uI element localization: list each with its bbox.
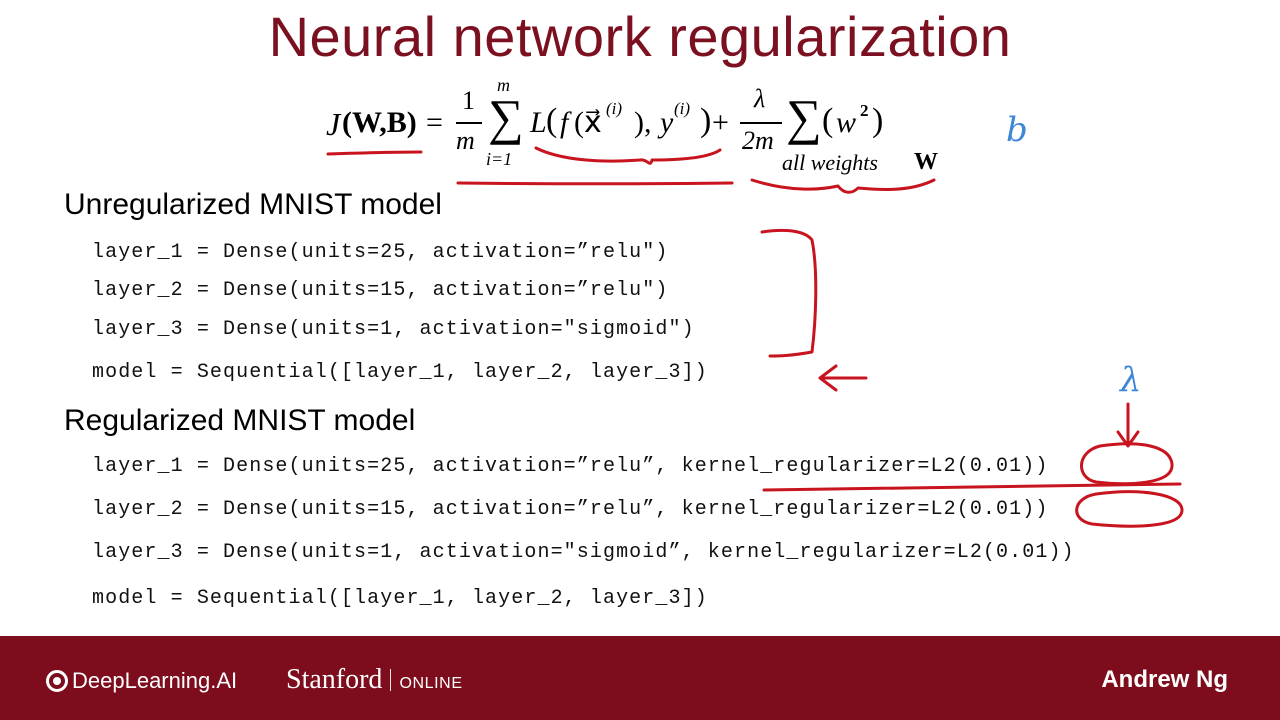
formula-frac2-num: λ (754, 84, 766, 113)
arrow-lambda-to-value (1116, 402, 1140, 448)
formula-sum2-bottom-text: all weights (782, 150, 878, 175)
unreg-code-line-2: layer_2 = Dense(units=15, activation=”re… (92, 279, 669, 302)
unreg-code-line-4: model = Sequential([layer_1, layer_2, la… (92, 361, 708, 384)
footer-bar: DeepLearning.AI Stanford ONLINE Andrew N… (0, 636, 1280, 720)
underline-kernel-regularizer (762, 482, 1182, 492)
unreg-code-line-3: layer_3 = Dense(units=1, activation="sig… (92, 318, 695, 341)
deeplearning-logo: DeepLearning.AI (46, 668, 237, 694)
unregularized-heading: Unregularized MNIST model (64, 188, 442, 221)
formula-y: y (660, 106, 674, 139)
cost-function-formula: J (W,B) = 1 m m ∑ i=1 L ( f (x⃗ (i) ), y… (320, 76, 940, 188)
formula-sup-i1: (i) (606, 99, 623, 118)
arrow-to-model-line (818, 364, 868, 392)
reg-code-line-1: layer_1 = Dense(units=25, activation=”re… (92, 455, 1049, 478)
deeplearning-logo-text: DeepLearning.AI (72, 668, 238, 693)
handwritten-lambda-note: λ (1120, 360, 1142, 400)
formula-w: w (836, 106, 857, 139)
formula-frac2-den: 2m (742, 126, 774, 155)
handwritten-b-note: b (1006, 110, 1028, 150)
formula-frac1-num: 1 (462, 86, 475, 115)
unreg-code-line-1: layer_1 = Dense(units=25, activation=”re… (92, 241, 669, 264)
formula-sum1-bottom: i=1 (486, 149, 513, 169)
reg-code-line-2: layer_2 = Dense(units=15, activation=”re… (92, 498, 1049, 521)
formula-f-arg: (x⃗ (574, 106, 602, 139)
deeplearning-logo-icon (46, 670, 68, 692)
formula-frac1-den: m (456, 126, 475, 155)
formula-sum2-bottom-bold: W (914, 149, 938, 175)
formula-plus: + (712, 106, 729, 139)
formula-f: f (560, 106, 569, 139)
formula-w-close: ) (872, 102, 884, 139)
stanford-logo-online: ONLINE (399, 675, 463, 692)
formula-loss-close: ) (700, 102, 712, 139)
formula-equals: = (426, 106, 443, 139)
circle-l2-value-1 (1080, 442, 1174, 486)
formula-w-open: ( (822, 102, 834, 139)
slide-title: Neural network regularization (268, 5, 1012, 68)
stanford-logo-divider (390, 669, 392, 691)
stanford-online-logo: Stanford ONLINE (286, 664, 463, 696)
regularized-heading: Regularized MNIST model (64, 404, 416, 437)
presenter-name: Andrew Ng (1101, 666, 1228, 693)
circle-l2-value-2 (1075, 490, 1184, 528)
bracket-unregularized-layers (760, 228, 818, 358)
stanford-logo-word: Stanford (286, 664, 383, 695)
formula-args: (W,B) (342, 106, 417, 139)
formula-loss: L (530, 106, 547, 139)
formula-sup-i2: (i) (674, 99, 691, 118)
reg-code-line-3: layer_3 = Dense(units=1, activation="sig… (92, 541, 1075, 564)
formula-f-close: ), (634, 106, 652, 139)
formula-frac2-bar (740, 122, 782, 124)
reg-code-line-4: model = Sequential([layer_1, layer_2, la… (92, 587, 708, 610)
formula-frac1-bar (456, 122, 482, 124)
slide: Neural network regularization J (W,B) = … (0, 0, 1280, 720)
formula-w-exp: 2 (860, 101, 869, 120)
formula-sum1-symbol: ∑ (488, 89, 524, 145)
formula-j: J (326, 106, 341, 142)
formula-loss-open: ( (546, 102, 558, 139)
formula-sum2-symbol: ∑ (786, 89, 822, 145)
